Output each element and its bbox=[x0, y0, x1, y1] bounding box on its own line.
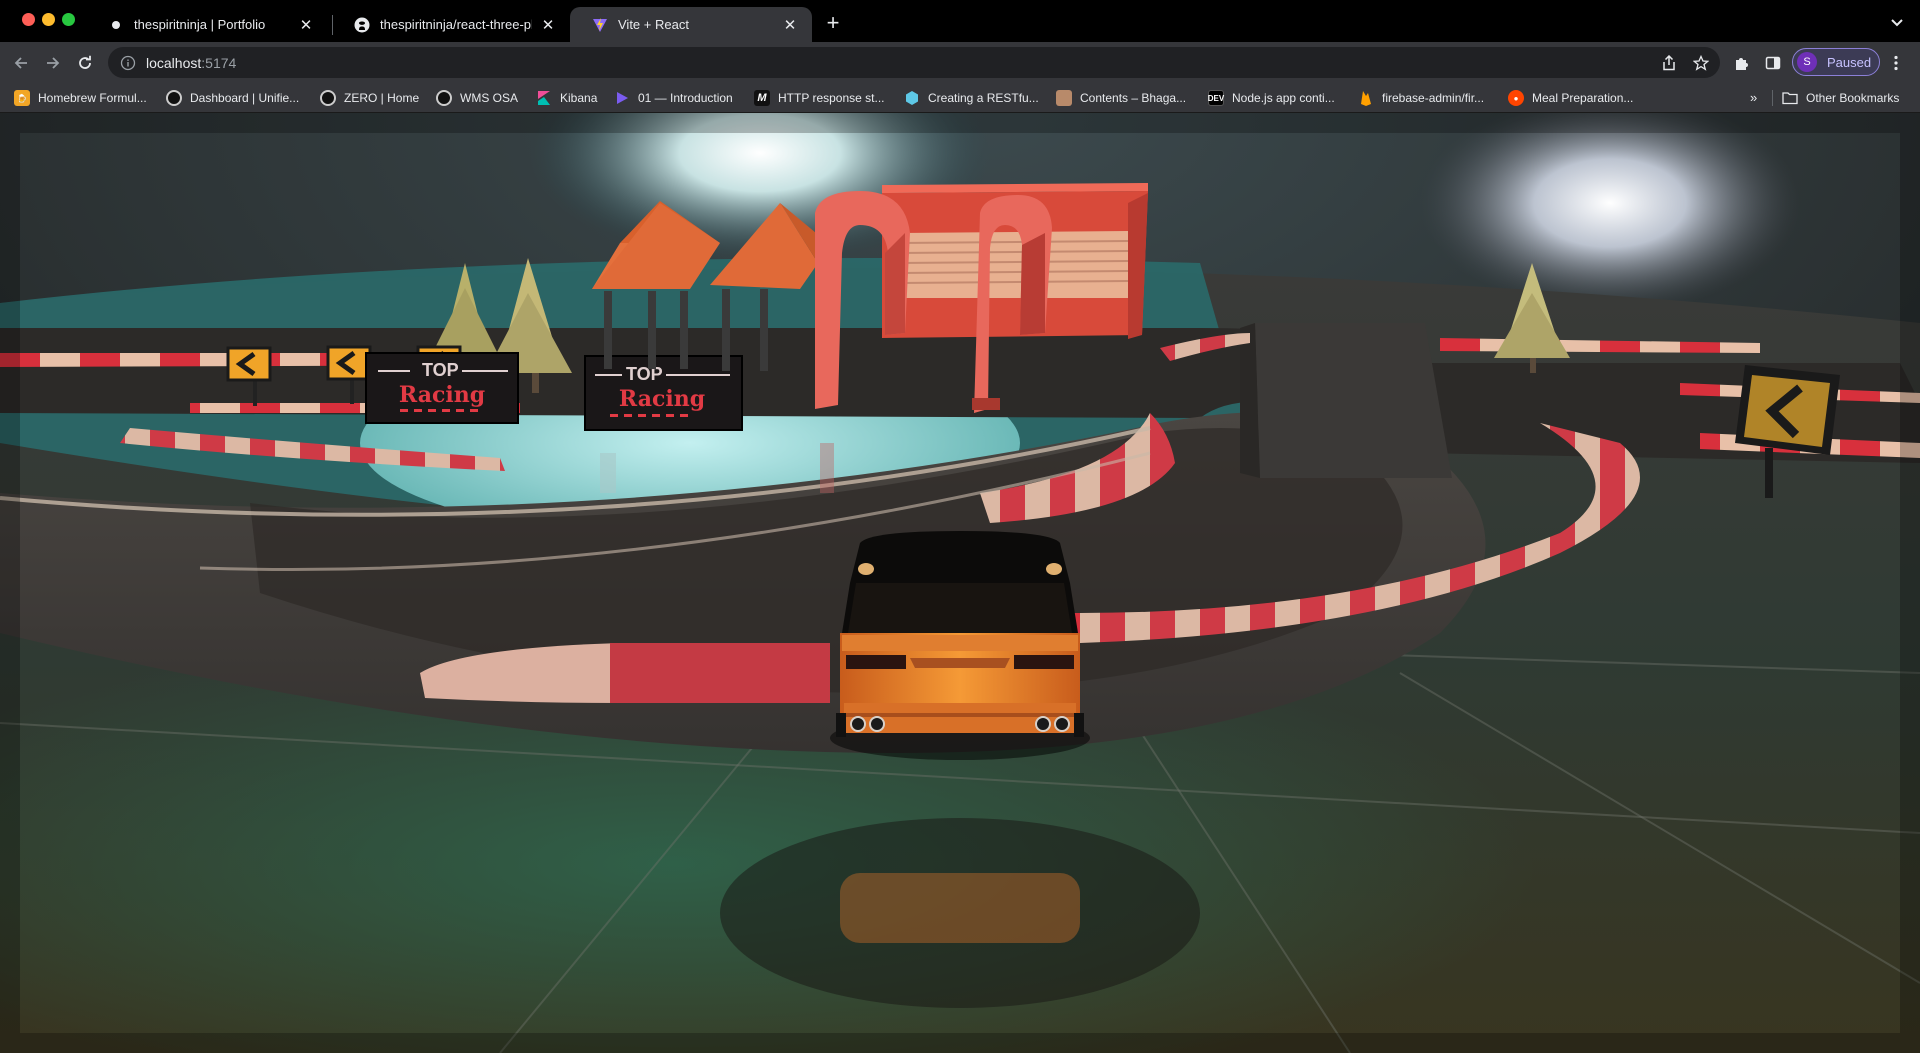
menu-kebab-icon[interactable] bbox=[1888, 51, 1904, 75]
bookmark-item[interactable]: Dashboard | Unifie... bbox=[166, 87, 299, 109]
book-icon bbox=[1056, 90, 1072, 106]
bookmark-item[interactable]: firebase-admin/fir... bbox=[1358, 87, 1484, 109]
bookmark-label: Other Bookmarks bbox=[1806, 91, 1900, 105]
bookmark-label: Homebrew Formul... bbox=[38, 91, 147, 105]
site-info-icon[interactable] bbox=[120, 55, 136, 71]
player-car bbox=[830, 531, 1090, 760]
racing-scene: TOP Racing TOP Racing bbox=[0, 113, 1920, 1053]
side-panel-icon bbox=[1765, 56, 1781, 70]
vite-icon bbox=[592, 17, 608, 33]
bookmark-label: Contents – Bhaga... bbox=[1080, 91, 1187, 105]
close-window-button[interactable] bbox=[22, 13, 35, 26]
bookmark-label: Creating a RESTfu... bbox=[928, 91, 1039, 105]
address-bar[interactable]: localhost:5174 bbox=[108, 47, 1720, 78]
billboard-racing-text: Racing bbox=[619, 386, 705, 412]
bookmark-label: WMS OSA bbox=[460, 91, 519, 105]
tab-close-icon[interactable]: ✕ bbox=[298, 17, 314, 34]
bookmark-label: HTTP response st... bbox=[778, 91, 885, 105]
forward-button[interactable] bbox=[41, 51, 65, 75]
url-port: :5174 bbox=[201, 54, 237, 71]
billboard-top-text: TOP bbox=[422, 360, 459, 380]
billboard-top-text: TOP bbox=[626, 364, 663, 384]
bookmark-label: Node.js app conti... bbox=[1232, 91, 1335, 105]
portfolio-favicon-icon bbox=[108, 17, 124, 33]
tab-vite-react[interactable]: Vite + React ✕ bbox=[570, 7, 812, 42]
play-icon bbox=[614, 90, 630, 106]
tab-search-chevron-icon[interactable] bbox=[1886, 12, 1908, 34]
arrow-right-icon bbox=[47, 57, 60, 69]
bookmark-item[interactable]: Kibana bbox=[536, 87, 597, 109]
tab-title: thespiritninja | Portfolio bbox=[134, 17, 266, 32]
billboard-racing-text: Racing bbox=[399, 382, 485, 408]
puzzle-icon bbox=[1736, 58, 1748, 70]
tab-close-icon[interactable]: ✕ bbox=[540, 17, 556, 34]
reload-button[interactable] bbox=[73, 51, 97, 75]
profile-button[interactable]: S Paused bbox=[1792, 48, 1880, 76]
hexagon-icon bbox=[904, 90, 920, 106]
minimize-window-button[interactable] bbox=[42, 13, 55, 26]
bookmark-item[interactable]: ZERO | Home bbox=[320, 87, 419, 109]
bookmark-star-icon[interactable] bbox=[1692, 54, 1710, 72]
kibana-icon bbox=[536, 90, 552, 106]
bookmark-item[interactable]: 01 — Introduction bbox=[614, 87, 733, 109]
arrow-left-icon bbox=[14, 57, 27, 69]
side-panel-button[interactable] bbox=[1761, 51, 1785, 75]
extensions-button[interactable] bbox=[1730, 51, 1754, 75]
bookmarks-divider bbox=[1772, 90, 1773, 106]
fullscreen-window-button[interactable] bbox=[62, 13, 75, 26]
tab-title: Vite + React bbox=[618, 17, 689, 32]
bookmark-label: 01 — Introduction bbox=[638, 91, 733, 105]
zero-icon bbox=[320, 90, 336, 106]
wms-icon bbox=[436, 90, 452, 106]
github-icon bbox=[354, 17, 370, 33]
bookmark-item[interactable]: DEV Node.js app conti... bbox=[1208, 87, 1335, 109]
new-tab-button[interactable]: + bbox=[820, 10, 846, 36]
tab-title: thespiritninja/react-three-phys bbox=[380, 17, 532, 32]
mdn-icon: M bbox=[754, 90, 770, 106]
reddit-icon: ● bbox=[1508, 90, 1524, 106]
back-button[interactable] bbox=[9, 51, 33, 75]
tab-portfolio[interactable]: thespiritninja | Portfolio ✕ bbox=[86, 7, 328, 42]
reload-icon bbox=[79, 55, 91, 69]
bookmarks-overflow-button[interactable]: » bbox=[1750, 90, 1757, 105]
bookmark-label: Kibana bbox=[560, 91, 598, 105]
folder-icon bbox=[1782, 90, 1798, 106]
bookmark-item[interactable]: ● Meal Preparation... bbox=[1508, 87, 1633, 109]
browser-toolbar: localhost:5174 S Paused bbox=[0, 42, 1920, 82]
share-icon[interactable] bbox=[1660, 54, 1678, 72]
url-host: localhost bbox=[146, 54, 202, 71]
bookmark-label: Meal Preparation... bbox=[1532, 91, 1634, 105]
game-canvas[interactable]: TOP Racing TOP Racing bbox=[0, 113, 1920, 1053]
bookmark-item[interactable]: 🍺 Homebrew Formul... bbox=[14, 87, 147, 109]
bookmark-item[interactable]: Contents – Bhaga... bbox=[1056, 87, 1186, 109]
bookmark-item[interactable]: WMS OSA bbox=[436, 87, 518, 109]
tab-github[interactable]: thespiritninja/react-three-phys ✕ bbox=[332, 7, 570, 42]
firebase-icon bbox=[1358, 90, 1374, 106]
bookmark-label: firebase-admin/fir... bbox=[1382, 91, 1485, 105]
tab-strip: thespiritninja | Portfolio ✕ thespiritni… bbox=[0, 0, 1920, 42]
beer-icon: 🍺 bbox=[14, 90, 30, 106]
ramp bbox=[1255, 323, 1452, 478]
gitlab-icon bbox=[166, 90, 182, 106]
billboard-1: TOP Racing bbox=[365, 352, 519, 424]
bookmark-item[interactable]: Creating a RESTfu... bbox=[904, 87, 1039, 109]
bookmark-item[interactable]: M HTTP response st... bbox=[754, 87, 884, 109]
other-bookmarks-button[interactable]: Other Bookmarks bbox=[1782, 87, 1899, 109]
profile-status: Paused bbox=[1827, 54, 1872, 70]
bookmarks-bar: 🍺 Homebrew Formul... Dashboard | Unifie.… bbox=[0, 82, 1920, 113]
bookmark-label: ZERO | Home bbox=[344, 91, 420, 105]
bookmark-label: Dashboard | Unifie... bbox=[190, 91, 300, 105]
avatar: S bbox=[1797, 52, 1817, 72]
dev-icon: DEV bbox=[1208, 90, 1224, 106]
tab-close-icon[interactable]: ✕ bbox=[782, 17, 798, 34]
